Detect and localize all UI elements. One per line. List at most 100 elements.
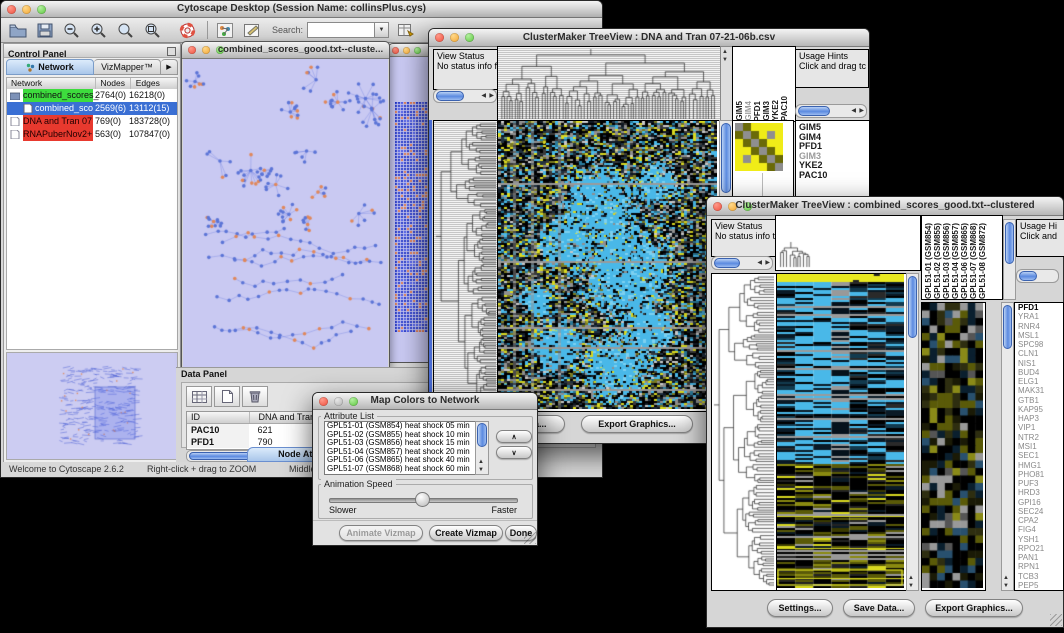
- main-titlebar[interactable]: Cytoscape Desktop (Session Name: collins…: [1, 1, 602, 18]
- animate-vizmap-button[interactable]: Animate Vizmap: [339, 525, 423, 541]
- tv1-status-hscrollbar[interactable]: ◀▶: [433, 89, 497, 103]
- tv1-zoom-matrix[interactable]: [735, 123, 783, 171]
- gene-label: PFD1: [1018, 303, 1063, 312]
- tab-network[interactable]: Network: [6, 59, 94, 75]
- search-input[interactable]: [307, 22, 375, 38]
- tv2-save-data-button[interactable]: Save Data...: [843, 599, 915, 617]
- tv2-labels-vscrollbar[interactable]: [1003, 219, 1016, 300]
- speed-slider-thumb[interactable]: [415, 492, 430, 507]
- minimize-icon[interactable]: [403, 47, 410, 54]
- tv2-settings-button[interactable]: Settings...: [767, 599, 833, 617]
- close-icon[interactable]: [188, 46, 196, 54]
- gene-label: PEP5: [1018, 581, 1063, 590]
- delete-attribute-trash-icon[interactable]: [242, 386, 268, 407]
- network-row-combined-scores[interactable]: combined_scores_ 2764(0) 16218(0): [7, 89, 177, 102]
- treeview2-title: ClusterMaker TreeView : combined_scores_…: [707, 200, 1063, 211]
- network-canvas[interactable]: [183, 59, 388, 366]
- zoom-out-icon[interactable]: [62, 21, 82, 39]
- attribute-item[interactable]: GPL51-07 (GSM868) heat shock 60 min: [325, 465, 488, 474]
- table-mode-icon[interactable]: [186, 386, 212, 407]
- gene-label: YRA1: [1018, 312, 1063, 321]
- gene-label: BUD4: [1018, 368, 1063, 377]
- attribute-list[interactable]: GPL51-01 (GSM854) heat shock 05 minGPL51…: [324, 421, 489, 475]
- close-icon[interactable]: [392, 47, 399, 54]
- tv1-view-status: View StatusNo status info f: [433, 49, 501, 90]
- gene-label: GTB1: [1018, 396, 1063, 405]
- tv1-col-label: PFD1: [753, 101, 762, 121]
- network-row-dna-tran[interactable]: DNA and Tran 07 769(0) 183728(0): [7, 115, 177, 128]
- toolbar-divider: [207, 21, 208, 39]
- gene-label: ELG1: [1018, 377, 1063, 386]
- gene-label: MON2: [1018, 590, 1063, 591]
- tv1-hints-hscrollbar[interactable]: ◀▶: [795, 104, 867, 118]
- tv2-zoom-heatmap[interactable]: [921, 302, 986, 591]
- zoom-window-icon[interactable]: [414, 47, 421, 54]
- status-hint-zoom: Right-click + drag to ZOOM: [147, 464, 256, 474]
- new-attribute-icon[interactable]: [214, 386, 240, 407]
- move-up-button[interactable]: ∧: [496, 430, 532, 443]
- network-row-selected[interactable]: combined_sco 2569(6) 13112(15): [7, 102, 177, 115]
- tv2-column-dendrogram[interactable]: [775, 215, 921, 271]
- gene-label: VIP1: [1018, 423, 1063, 432]
- zoom-fit-icon[interactable]: [143, 21, 163, 39]
- attribute-browser-icon[interactable]: [396, 21, 416, 39]
- gene-label: PUF3: [1018, 479, 1063, 488]
- network-row-rnapuber[interactable]: RNAPuberNov2+ 563(0) 107847(0): [7, 128, 177, 141]
- tv2-row-dendrogram[interactable]: [711, 273, 777, 591]
- control-panel-tabs: Network VizMapper™ ▶: [6, 59, 178, 75]
- save-icon[interactable]: [35, 21, 55, 39]
- tv2-col-label: GPL51-01 (GSM854): [924, 223, 933, 299]
- gene-label: MAK31: [1018, 386, 1063, 395]
- search-dropdown-icon[interactable]: ▼: [375, 22, 389, 38]
- gene-label: NTR2: [1018, 433, 1063, 442]
- tv2-heatmap-vscrollbar[interactable]: ▲▼: [906, 273, 919, 591]
- tab-vizmapper[interactable]: VizMapper™: [94, 59, 161, 75]
- network-view-canvas-area[interactable]: [183, 59, 388, 367]
- network-view-window-2: [388, 43, 432, 363]
- help-ring-icon[interactable]: [177, 21, 197, 39]
- float-panel-icon[interactable]: [167, 47, 176, 56]
- network-overview-panel[interactable]: [6, 352, 178, 460]
- create-vizmap-button[interactable]: Create Vizmap: [429, 525, 503, 541]
- zoom-selected-icon[interactable]: [116, 21, 136, 39]
- tv1-usage-hints: Usage HintsClick and drag tc: [795, 49, 869, 88]
- network-nodes-icon[interactable]: [215, 21, 235, 39]
- network-view-window-1: combined_scores_good.txt--cluste...: [181, 41, 390, 368]
- attribute-list-label: Attribute List: [321, 411, 377, 421]
- annotation-icon[interactable]: [242, 21, 262, 39]
- tv1-col-label: YKE2: [771, 100, 780, 121]
- tab-overflow-arrow[interactable]: ▶: [161, 59, 178, 75]
- status-welcome: Welcome to Cytoscape 2.6.2: [9, 464, 124, 474]
- tv2-view-status: View StatusNo status info t: [711, 219, 777, 257]
- tv1-col-label: GIM3: [762, 101, 771, 121]
- tv1-column-dendrogram[interactable]: [497, 46, 721, 122]
- tv1-export-graphics-button[interactable]: Export Graphics...: [581, 415, 693, 433]
- move-down-button[interactable]: ∨: [496, 446, 532, 459]
- minimize-icon[interactable]: [202, 46, 210, 54]
- attribute-list-vscrollbar[interactable]: ▲▼: [475, 421, 489, 475]
- tv2-status-hscrollbar[interactable]: ◀▶: [711, 256, 773, 270]
- resize-grip[interactable]: [524, 532, 536, 544]
- overview-canvas[interactable]: [7, 353, 177, 457]
- gene-label: HRD3: [1018, 488, 1063, 497]
- tv2-heatmap[interactable]: [776, 273, 907, 591]
- grid-network-canvas[interactable]: [395, 102, 429, 332]
- network-canvas-2[interactable]: [390, 57, 431, 362]
- gene-label: YSH1: [1018, 535, 1063, 544]
- search-label: Search:: [272, 25, 303, 35]
- col-header-id[interactable]: ID: [187, 412, 250, 423]
- desktop: Cytoscape Desktop (Session Name: collins…: [0, 0, 1064, 633]
- tv2-zoom-vscrollbar[interactable]: ▲▼: [1001, 302, 1014, 591]
- gene-label: RPO21: [1018, 544, 1063, 553]
- dialog-title: Map Colors to Network: [313, 395, 537, 406]
- tv1-row-dendrogram[interactable]: [433, 120, 499, 412]
- gene-label: HMG1: [1018, 461, 1063, 470]
- control-panel-header: Control Panel: [8, 49, 67, 59]
- tv2-export-graphics-button[interactable]: Export Graphics...: [925, 599, 1023, 617]
- tv2-hints-hscrollbar[interactable]: [1016, 269, 1059, 283]
- gene-label: CPA2: [1018, 516, 1063, 525]
- tv1-heatmap[interactable]: [497, 120, 720, 412]
- zoom-in-icon[interactable]: [89, 21, 109, 39]
- open-folder-icon[interactable]: [8, 21, 28, 39]
- resize-grip[interactable]: [1050, 614, 1062, 626]
